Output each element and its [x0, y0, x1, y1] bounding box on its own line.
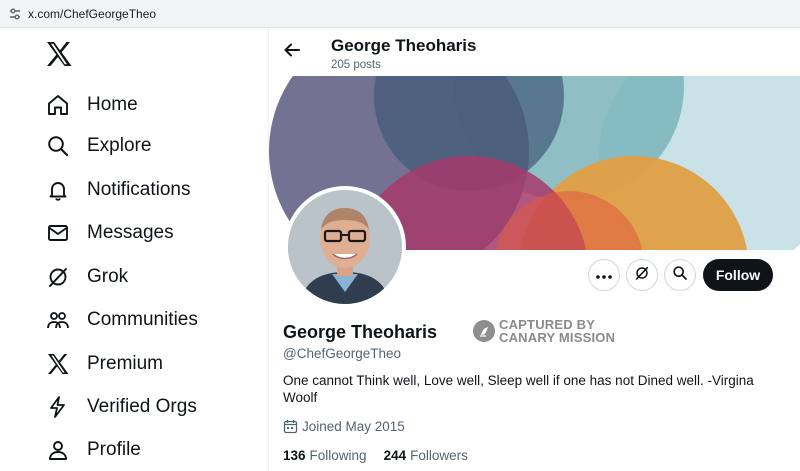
profile-display-name: George Theoharis — [283, 322, 438, 342]
grok-icon — [634, 265, 650, 286]
profile-handle: @ChefGeorgeTheo — [283, 346, 402, 361]
follow-stats: 136 Following 244 Followers — [283, 448, 485, 463]
search-icon — [672, 265, 688, 286]
watermark-line-2: CANARY MISSION — [499, 330, 616, 345]
back-button[interactable] — [281, 41, 303, 63]
x-logo-icon — [44, 350, 72, 378]
more-horizontal-icon — [596, 266, 612, 284]
sidebar-item-label: Premium — [87, 353, 164, 374]
sidebar-item-home[interactable]: Home — [44, 88, 138, 122]
search-posts-button[interactable] — [664, 259, 696, 291]
envelope-icon — [44, 219, 72, 247]
canary-bird-icon — [473, 320, 495, 342]
followers-link[interactable]: 244 Followers — [384, 448, 468, 463]
following-count: 136 — [283, 448, 306, 463]
follow-button[interactable]: Follow — [703, 259, 773, 291]
profile-column: George Theoharis 205 posts Follow George… — [269, 28, 800, 471]
profile-header-bar: George Theoharis 205 posts — [269, 28, 800, 76]
sidebar: Home Explore Notifications Messages Grok… — [0, 28, 268, 471]
calendar-icon — [283, 419, 298, 434]
canary-mission-watermark: CAPTURED BY CANARY MISSION — [473, 318, 615, 344]
profile-bio: One cannot Think well, Love well, Sleep … — [283, 373, 754, 405]
joined-date: Joined May 2015 — [283, 419, 405, 434]
x-logo[interactable] — [46, 42, 72, 66]
lightning-icon — [44, 393, 72, 421]
sidebar-item-messages[interactable]: Messages — [44, 216, 174, 250]
avatar[interactable] — [284, 186, 406, 308]
browser-address-bar[interactable]: x.com/ChefGeorgeTheo — [0, 0, 800, 28]
more-options-button[interactable] — [588, 259, 620, 291]
bell-icon — [44, 176, 72, 204]
home-icon — [44, 91, 72, 119]
sidebar-item-explore[interactable]: Explore — [44, 129, 151, 163]
sidebar-item-notifications[interactable]: Notifications — [44, 173, 191, 207]
grok-icon — [44, 263, 72, 291]
site-settings-icon[interactable] — [8, 7, 22, 21]
sidebar-item-label: Profile — [87, 439, 141, 460]
followers-count: 244 — [383, 448, 407, 463]
sidebar-item-communities[interactable]: Communities — [44, 303, 198, 337]
sidebar-item-grok[interactable]: Grok — [44, 260, 128, 294]
sidebar-item-label: Notifications — [87, 179, 191, 200]
header-profile-name: George Theoharis — [331, 36, 477, 55]
joined-text: Joined May 2015 — [302, 419, 405, 434]
sidebar-item-label: Communities — [87, 309, 198, 330]
sidebar-item-label: Explore — [87, 135, 152, 156]
grok-profile-button[interactable] — [626, 259, 658, 291]
url-text[interactable]: x.com/ChefGeorgeTheo — [28, 7, 156, 21]
following-link[interactable]: 136 Following — [283, 448, 367, 463]
arrow-left-icon — [283, 41, 301, 64]
people-icon — [44, 306, 72, 334]
sidebar-item-premium[interactable]: Premium — [44, 347, 163, 381]
following-label: Following — [309, 448, 367, 463]
person-icon — [44, 436, 72, 464]
sidebar-item-label: Grok — [87, 266, 129, 287]
post-count: 205 posts — [331, 59, 381, 71]
search-icon — [44, 132, 72, 160]
sidebar-item-label: Home — [87, 94, 138, 115]
sidebar-item-profile[interactable]: Profile — [44, 433, 141, 467]
followers-label: Followers — [410, 448, 468, 463]
sidebar-item-label: Messages — [87, 222, 174, 243]
sidebar-item-label: Verified Orgs — [87, 396, 197, 417]
sidebar-item-verified-orgs[interactable]: Verified Orgs — [44, 390, 197, 424]
